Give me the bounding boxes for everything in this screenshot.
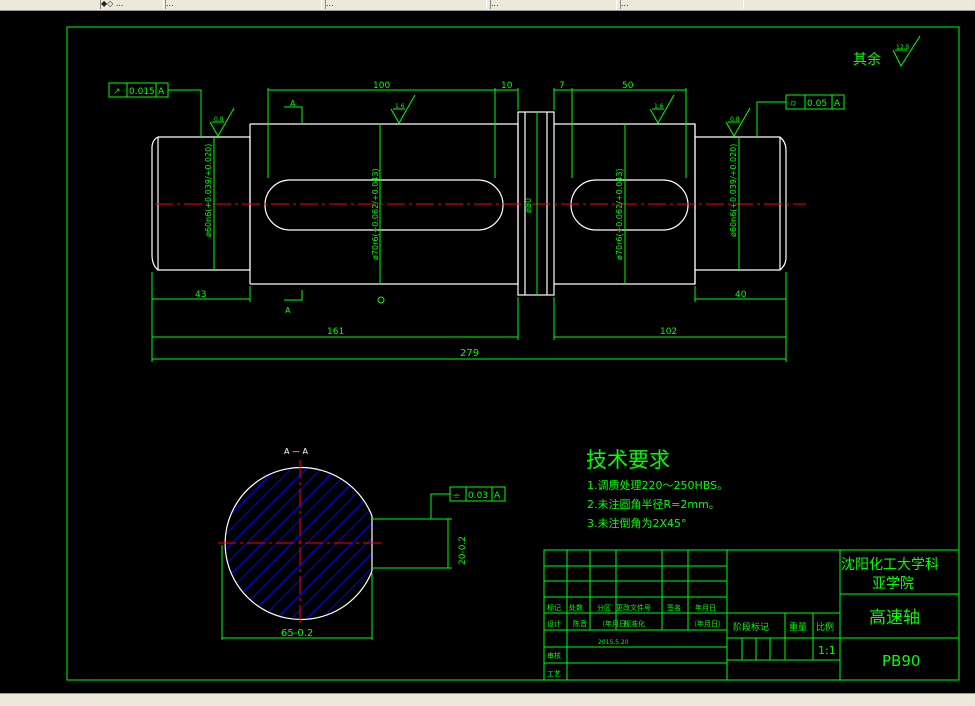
svg-text:A: A xyxy=(494,491,501,501)
svg-text:标记: 标记 xyxy=(547,603,561,612)
part-name: 高速轴 xyxy=(869,608,920,628)
cad-drawing[interactable]: 其余 12.5 ø60n6(+0.039/+0.020) ø70r6(+0.06… xyxy=(0,0,975,705)
svg-text:重量: 重量 xyxy=(789,621,807,633)
dim-279: 279 xyxy=(460,348,479,359)
dim-50: 50 xyxy=(622,81,634,91)
section-tolerance-frame: ⌯ 0.03 A xyxy=(449,486,506,502)
dim-phi80: ø80 xyxy=(524,198,533,213)
svg-text:工艺: 工艺 xyxy=(547,670,561,678)
tech-item-1: 1.调质处理220～250HBS。 xyxy=(587,479,728,492)
svg-text:设计: 设计 xyxy=(547,619,561,628)
dim-phi70-left: ø70r6(+0.062/+0.043) xyxy=(371,168,380,260)
school-name-line2: 亚学院 xyxy=(872,576,914,592)
svg-text:⌯: ⌯ xyxy=(453,491,461,501)
dim-100: 100 xyxy=(373,81,390,91)
dim-7: 7 xyxy=(559,81,565,91)
svg-text:更改文件号: 更改文件号 xyxy=(616,603,651,612)
dim-10: 10 xyxy=(501,81,513,91)
svg-text:比例: 比例 xyxy=(816,621,834,633)
dim-43: 43 xyxy=(195,290,206,300)
section-title: A — A xyxy=(284,447,309,456)
svg-text:0.05: 0.05 xyxy=(807,99,827,109)
scale-value: 1:1 xyxy=(818,644,836,657)
roughness-08-right: 0.8 xyxy=(730,116,740,123)
svg-text:阶段标记: 阶段标记 xyxy=(733,621,769,633)
school-name-line1: 沈阳化工大学科 xyxy=(841,557,939,573)
svg-text:↗: ↗ xyxy=(113,87,121,97)
svg-text:年月日: 年月日 xyxy=(695,603,716,612)
svg-text:签名: 签名 xyxy=(667,603,681,612)
roughness-16-right: 1.6 xyxy=(654,103,664,110)
dim-phi60-left: ø60n6(+0.039/+0.020) xyxy=(204,144,213,237)
svg-text:（年月日）: （年月日） xyxy=(690,619,725,628)
svg-text:处数: 处数 xyxy=(569,603,583,612)
svg-text:陈音: 陈音 xyxy=(573,619,587,628)
svg-text:分区: 分区 xyxy=(597,603,611,612)
roughness-other-value: 12.5 xyxy=(896,44,910,51)
svg-text:A: A xyxy=(158,87,165,97)
roughness-16-mid: 1.6 xyxy=(395,103,405,110)
section-width-dim: 65-0.2 xyxy=(281,628,313,639)
roughness-08-left: 0.8 xyxy=(214,116,224,123)
svg-text:0.015: 0.015 xyxy=(129,87,155,97)
svg-text:A: A xyxy=(834,99,841,109)
roughness-other-label: 其余 xyxy=(853,51,881,68)
section-marker-bottom: A xyxy=(285,306,291,315)
svg-text:2015.5.20: 2015.5.20 xyxy=(598,639,629,646)
roughness-other-symbol xyxy=(892,35,921,68)
tech-item-3: 3.未注倒角为2X45° xyxy=(587,516,687,530)
svg-text:0.03: 0.03 xyxy=(468,491,488,501)
drawing-code: PB90 xyxy=(882,652,920,670)
tech-title: 技术要求 xyxy=(586,448,670,472)
status-bar xyxy=(0,693,975,706)
dim-phi60-right: ø60n6(+0.039/+0.020) xyxy=(729,144,738,237)
dim-phi70-right: ø70r6(+0.062/+0.043) xyxy=(615,168,624,260)
top-dim-lines xyxy=(267,88,687,178)
svg-text:⌭: ⌭ xyxy=(790,99,797,109)
dim-102: 102 xyxy=(660,327,677,337)
tech-item-2: 2.未注圆角半径R=2mm。 xyxy=(587,497,720,511)
dim-40: 40 xyxy=(735,290,747,300)
svg-text:标准化: 标准化 xyxy=(624,619,645,628)
section-dim-lines xyxy=(221,493,452,640)
svg-text:审核: 审核 xyxy=(547,651,561,660)
tolerance-frame-left: ↗ 0.015 A xyxy=(108,82,202,137)
datum-symbol xyxy=(377,296,385,304)
section-marker-top: A xyxy=(290,99,296,108)
dim-161: 161 xyxy=(327,327,344,337)
section-depth-dim: 20-0.2 xyxy=(458,536,468,565)
tolerance-frame-right: ⌭ 0.05 A xyxy=(756,94,845,137)
